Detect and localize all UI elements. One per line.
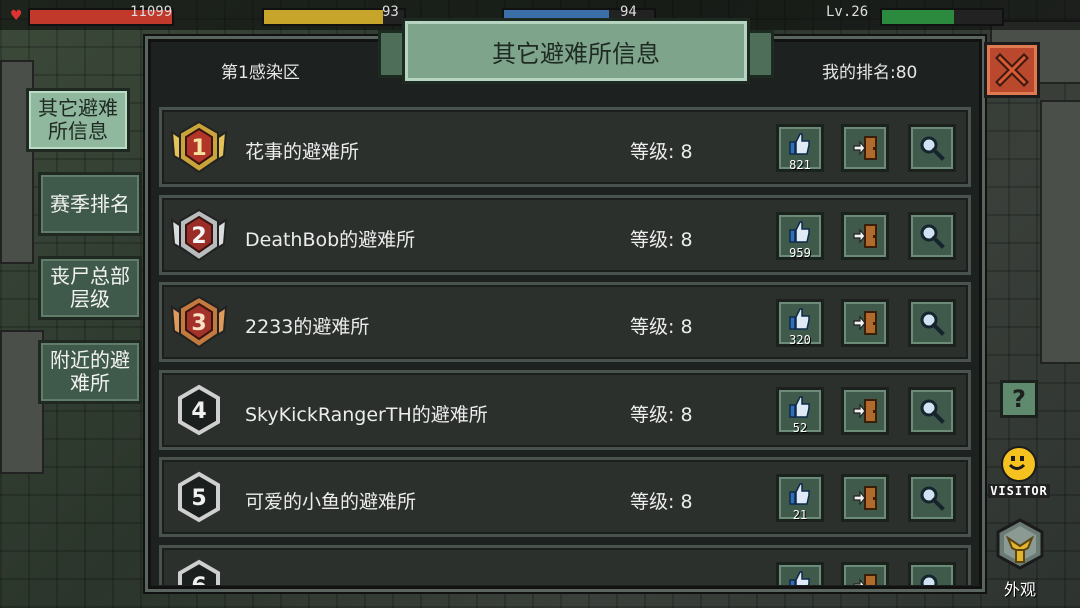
tab-label: 其它避难所信息 (38, 96, 118, 143)
help-icon: ? (1012, 385, 1026, 413)
close-button[interactable] (984, 42, 1040, 98)
rank-badge-icon: 6 (168, 556, 230, 586)
thumbs-up-icon (789, 395, 810, 418)
shelter-name: DeathBob的避难所 (245, 228, 416, 251)
zone-label: 第1感染区 (221, 63, 300, 83)
enter-shelter-button[interactable] (841, 299, 889, 347)
appearance-icon (996, 518, 1044, 570)
thumbs-up-icon (789, 220, 810, 243)
tab-other-shelters[interactable]: 其它避难所信息 (26, 88, 130, 152)
shelter-row[interactable]: 1 花事的避难所 等级: 8 821 (159, 107, 971, 187)
like-button[interactable]: 821 (776, 124, 824, 172)
panel-title: 其它避难所信息 (402, 18, 750, 84)
enter-door-icon (853, 136, 877, 160)
magnifier-icon (920, 574, 938, 585)
visitor-label: VISITOR (988, 484, 1050, 498)
shelter-list[interactable]: 1 花事的避难所 等级: 8 821 2 DeathBob的避难所 等级: 8 959 3 223… (159, 107, 971, 585)
like-count: 52 (792, 420, 808, 435)
like-count: 21 (792, 508, 808, 522)
tab-nearby-shelters[interactable]: 附近的避难所 (38, 340, 142, 404)
shelter-row[interactable]: 6 (159, 544, 971, 586)
enter-door-icon (853, 573, 877, 585)
like-button[interactable]: 52 (776, 386, 824, 435)
xp-bar (880, 8, 1004, 26)
like-button[interactable]: 959 (776, 211, 824, 260)
rank-badge-icon: 3 (168, 293, 230, 351)
tab-label: 附近的避难所 (50, 348, 130, 395)
thumbs-up-icon (789, 308, 810, 330)
enter-door-icon (853, 398, 877, 423)
enter-door-icon (853, 311, 877, 335)
tab-zombie-hq-level[interactable]: 丧尸总部层级 (38, 256, 142, 320)
building-right (1040, 100, 1080, 364)
close-icon (995, 53, 1029, 87)
health-value: 11099 (130, 4, 173, 20)
enter-door-icon (853, 486, 877, 510)
rank-number: 1 (191, 136, 206, 161)
shelter-level: 等级: 8 (630, 316, 693, 338)
rank-badge-icon: 2 (168, 206, 230, 264)
thumbs-up-icon (789, 483, 810, 505)
tab-label: 丧尸总部层级 (50, 264, 130, 311)
rank-badge-icon: 1 (168, 118, 230, 176)
view-shelter-button[interactable] (908, 124, 956, 172)
rank-badge-icon: 4 (168, 381, 230, 439)
heart-icon: ♥ (10, 8, 23, 24)
shelter-name: SkyKickRangerTH的避难所 (245, 403, 488, 426)
rank-number: 2 (191, 224, 206, 249)
appearance-label: 外观 (1003, 580, 1036, 599)
player-level: Lv.26 (826, 4, 869, 20)
shelter-row[interactable]: 5 可爱的小鱼的避难所 等级: 8 21 (159, 457, 971, 537)
shelter-name: 2233的避难所 (245, 316, 370, 338)
like-count: 320 (789, 333, 811, 347)
rank-number: 5 (191, 486, 206, 511)
view-shelter-button[interactable] (908, 474, 956, 522)
magnifier-icon (920, 224, 945, 249)
enter-shelter-button[interactable] (841, 124, 889, 172)
enter-shelter-button[interactable] (841, 474, 889, 522)
shelter-name: 花事的避难所 (245, 141, 360, 163)
shelter-level: 等级: 8 (630, 228, 693, 251)
shelter-row[interactable]: 4 SkyKickRangerTH的避难所 等级: 8 52 (159, 369, 971, 450)
enter-shelter-button[interactable] (841, 211, 889, 260)
help-button[interactable]: ? (1000, 380, 1038, 418)
rank-number: 6 (191, 574, 206, 586)
enter-shelter-button[interactable] (841, 386, 889, 435)
shelter-level: 等级: 8 (630, 491, 693, 513)
rank-number: 4 (191, 399, 206, 424)
appearance-button[interactable]: 外观 (990, 518, 1050, 600)
magnifier-icon (920, 311, 945, 336)
like-button[interactable]: 320 (776, 299, 824, 347)
visitor-button[interactable]: VISITOR (988, 446, 1050, 498)
view-shelter-button[interactable] (908, 386, 956, 435)
shelter-row[interactable]: 2 DeathBob的避难所 等级: 8 959 (159, 194, 971, 275)
thumbs-up-icon (789, 570, 810, 585)
like-button[interactable]: 21 (776, 474, 824, 522)
enter-door-icon (853, 223, 877, 248)
tab-season-ranking[interactable]: 赛季排名 (38, 172, 142, 236)
smiley-icon (1001, 446, 1037, 482)
magnifier-icon (920, 136, 945, 161)
enter-shelter-button[interactable] (841, 561, 889, 585)
magnifier-icon (920, 486, 945, 511)
rank-badge-icon: 5 (168, 468, 230, 526)
magnifier-icon (920, 399, 945, 424)
rank-number: 3 (191, 311, 206, 336)
my-rank-label: 我的排名:80 (822, 63, 918, 83)
shelter-level: 等级: 8 (630, 403, 693, 426)
panel-title-banner: 其它避难所信息 (378, 16, 774, 92)
thumbs-up-icon (789, 133, 810, 155)
view-shelter-button[interactable] (908, 561, 956, 585)
tab-label: 赛季排名 (50, 191, 130, 216)
shelter-name: 可爱的小鱼的避难所 (245, 491, 417, 513)
like-count: 959 (789, 245, 811, 260)
shelter-row[interactable]: 3 2233的避难所 等级: 8 320 (159, 282, 971, 362)
like-button[interactable] (776, 561, 824, 585)
like-count: 821 (789, 158, 811, 172)
view-shelter-button[interactable] (908, 211, 956, 260)
shelter-level: 等级: 8 (630, 141, 693, 163)
view-shelter-button[interactable] (908, 299, 956, 347)
